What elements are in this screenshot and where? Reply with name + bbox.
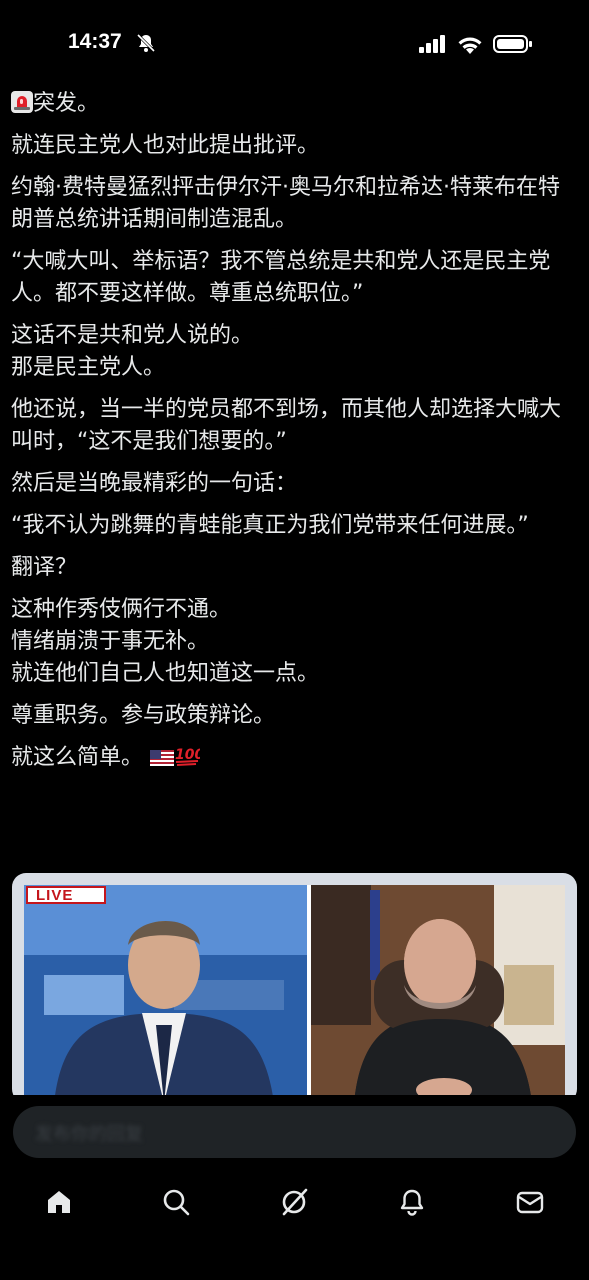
video-frame (24, 885, 565, 1103)
tab-search[interactable] (154, 1180, 198, 1224)
search-icon (163, 1189, 190, 1216)
grok-icon (282, 1188, 308, 1216)
post-paragraph-7: 然后是当晚最精彩的一句话： (11, 471, 298, 496)
hundred-points-icon: 100 (175, 747, 200, 766)
tab-grok[interactable] (272, 1180, 316, 1224)
bell-icon (400, 1189, 424, 1216)
post-paragraph-6: 他还说，当一半的党员都不到场，而其他人却选择大喊大叫时，“这不是我们想要的。” (11, 397, 562, 454)
post-body: 突发。 就连民主党人也对此提出批评。 约翰·费特曼猛烈抨击伊尔汗·奥马尔和拉希达… (11, 88, 581, 784)
live-badge: LIVE (26, 886, 106, 904)
post-paragraph-5: 这话不是共和党人说的。 那是民主党人。 (11, 323, 254, 380)
video-preview[interactable] (12, 873, 577, 1103)
tab-bar (0, 1180, 589, 1224)
siren-icon (11, 91, 33, 113)
status-icons (419, 34, 533, 54)
envelope-icon (516, 1191, 544, 1214)
clock-time: 14:37 (68, 30, 122, 53)
tab-messages[interactable] (508, 1180, 552, 1224)
home-icon (48, 1191, 70, 1213)
post-paragraph-9: 翻译？ (11, 555, 78, 580)
post-paragraph-8: “我不认为跳舞的青蛙能真正为我们党带来任何进展。” (11, 513, 529, 538)
post-paragraph-10: 这种作秀伎俩行不通。 情绪崩溃于事无补。 就连他们自己人也知道这一点。 (11, 597, 320, 686)
wifi-icon (458, 37, 482, 54)
post-paragraph-11: 尊重职务。参与政策辩论。 (11, 703, 276, 728)
battery-icon (493, 35, 532, 53)
status-bar: 14:37 (0, 0, 589, 88)
reply-input[interactable]: 发布你的回复 (13, 1106, 576, 1158)
post-paragraph-12: 就这么简单。 100 (11, 742, 581, 774)
us-flag-icon (150, 750, 175, 766)
tab-home[interactable] (37, 1180, 81, 1224)
tab-notifications[interactable] (390, 1180, 434, 1224)
bell-off-icon (136, 33, 156, 53)
reply-placeholder: 发布你的回复 (35, 1124, 143, 1145)
video-thumbnail (24, 885, 565, 1103)
post-paragraph-3: 约翰·费特曼猛烈抨击伊尔汗·奥马尔和拉希达·特莱布在特朗普总统讲话期间制造混乱。 (11, 175, 560, 232)
post-paragraph-1: 突发。 (11, 88, 581, 120)
cellular-signal-icon (419, 35, 445, 53)
post-paragraph-4: “大喊大叫、举标语？我不管总统是共和党人还是民主党人。都不要这样做。尊重总统职位… (11, 249, 551, 306)
post-paragraph-2: 就连民主党人也对此提出批评。 (11, 133, 320, 158)
